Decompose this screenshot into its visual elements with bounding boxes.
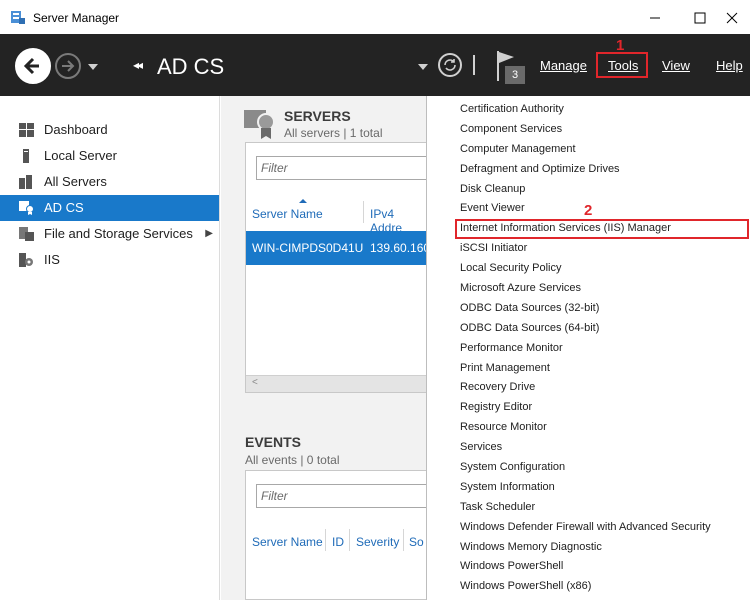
- menu-item-memory-diagnostic[interactable]: Windows Memory Diagnostic: [427, 538, 750, 558]
- column-separator: [349, 529, 350, 551]
- menu-item-powershell[interactable]: Windows PowerShell: [427, 557, 750, 577]
- history-dropdown-icon[interactable]: [88, 64, 98, 70]
- nav-bar: ◂◂ AD CS 3 Manage Tools View Help: [0, 34, 750, 96]
- main-content: SERVERS All servers | 1 total Filter Ser…: [221, 96, 431, 600]
- menu-item-odbc-32[interactable]: ODBC Data Sources (32-bit): [427, 299, 750, 319]
- dashboard-icon: [19, 123, 34, 137]
- column-id[interactable]: ID: [332, 535, 344, 549]
- column-severity[interactable]: Severity: [356, 535, 399, 549]
- sidebar-item-file-storage[interactable]: File and Storage Services ▶: [0, 221, 219, 247]
- storage-icon: [19, 227, 34, 241]
- menu-item-recovery-drive[interactable]: Recovery Drive: [427, 378, 750, 398]
- refresh-icon: [444, 59, 456, 71]
- sidebar-item-label: IIS: [44, 252, 60, 267]
- sidebar-item-all-servers[interactable]: All Servers: [0, 169, 219, 195]
- notification-count-badge: 3: [505, 66, 525, 84]
- sidebar-item-label: AD CS: [44, 200, 84, 215]
- sidebar-item-local-server[interactable]: Local Server: [0, 143, 219, 169]
- minimize-icon[interactable]: [645, 8, 665, 28]
- close-icon[interactable]: [722, 8, 742, 28]
- sidebar-item-label: File and Storage Services: [44, 226, 193, 241]
- page-title: AD CS: [157, 54, 225, 79]
- servers-section-icon: [244, 110, 275, 139]
- nav-separator: [473, 55, 475, 75]
- menu-item-iis-manager[interactable]: Internet Information Services (IIS) Mana…: [455, 219, 749, 240]
- menu-item-print-management[interactable]: Print Management: [427, 359, 750, 379]
- scroll-left-icon[interactable]: <: [252, 377, 258, 388]
- menu-item-component-services[interactable]: Component Services: [427, 120, 750, 140]
- chevron-down-icon[interactable]: [418, 64, 428, 70]
- menu-item-computer-management[interactable]: Computer Management: [427, 140, 750, 160]
- tools-menu[interactable]: Tools: [608, 58, 638, 73]
- menu-item-azure-services[interactable]: Microsoft Azure Services: [427, 279, 750, 299]
- chevron-right-icon[interactable]: ▶: [205, 221, 213, 247]
- menu-item-iscsi-initiator[interactable]: iSCSI Initiator: [427, 239, 750, 259]
- title-bar: Server Manager: [0, 0, 750, 34]
- sidebar-item-iis[interactable]: IIS: [0, 247, 219, 273]
- events-heading: EVENTS: [245, 434, 302, 450]
- table-row[interactable]: WIN-CIMPDS0D41U 139.60.160: [246, 231, 431, 265]
- menu-item-system-information[interactable]: System Information: [427, 478, 750, 498]
- menu-item-disk-cleanup[interactable]: Disk Cleanup: [427, 180, 750, 200]
- iis-icon: [19, 253, 33, 267]
- maximize-icon[interactable]: [690, 8, 710, 28]
- events-subtitle: All events | 0 total: [245, 453, 340, 467]
- step-1-label: 1: [616, 37, 625, 54]
- menu-item-system-configuration[interactable]: System Configuration: [427, 458, 750, 478]
- tools-dropdown-menu: Certification Authority Component Servic…: [426, 96, 750, 600]
- menu-item-local-security-policy[interactable]: Local Security Policy: [427, 259, 750, 279]
- back-button[interactable]: [15, 48, 51, 84]
- manage-menu[interactable]: Manage: [540, 58, 587, 73]
- sidebar-item-label: Local Server: [44, 148, 117, 163]
- arrow-right-icon: [62, 60, 75, 72]
- arrow-left-icon: [23, 57, 39, 75]
- column-separator: [403, 529, 404, 551]
- sidebar-item-label: All Servers: [44, 174, 107, 189]
- servers-filter-input[interactable]: Filter: [256, 156, 427, 180]
- sidebar: Dashboard Local Server All Servers AD CS…: [0, 96, 220, 600]
- events-panel: Filter Server Name ID Severity So: [245, 470, 427, 600]
- servers-subtitle: All servers | 1 total: [284, 126, 383, 140]
- menu-item-resource-monitor[interactable]: Resource Monitor: [427, 418, 750, 438]
- menu-item-performance-monitor[interactable]: Performance Monitor: [427, 339, 750, 359]
- servers-heading: SERVERS: [284, 108, 351, 124]
- menu-item-defragment[interactable]: Defragment and Optimize Drives: [427, 160, 750, 180]
- column-source[interactable]: So: [409, 535, 424, 549]
- refresh-button[interactable]: [438, 53, 462, 77]
- menu-item-powershell-x86[interactable]: Windows PowerShell (x86): [427, 577, 750, 597]
- menu-item-certification-authority[interactable]: Certification Authority: [427, 100, 750, 120]
- certificate-icon: [19, 201, 34, 215]
- servers-panel: Filter Server Name IPv4 Addre WIN-CIMPDS…: [245, 142, 431, 393]
- menu-item-services[interactable]: Services: [427, 438, 750, 458]
- sidebar-item-label: Dashboard: [44, 122, 108, 137]
- horizontal-scrollbar[interactable]: <: [246, 375, 427, 392]
- sort-ascending-icon: [299, 199, 307, 203]
- server-icon: [23, 149, 29, 163]
- help-menu[interactable]: Help: [716, 58, 743, 73]
- menu-item-registry-editor[interactable]: Registry Editor: [427, 398, 750, 418]
- column-server-name[interactable]: Server Name: [252, 207, 323, 221]
- sidebar-item-ad-cs[interactable]: AD CS: [0, 195, 219, 221]
- menu-item-odbc-64[interactable]: ODBC Data Sources (64-bit): [427, 319, 750, 339]
- window-title: Server Manager: [33, 11, 120, 25]
- server-name-cell: WIN-CIMPDS0D41U: [252, 241, 364, 255]
- forward-button[interactable]: [55, 53, 81, 79]
- menu-item-defender-firewall[interactable]: Windows Defender Firewall with Advanced …: [427, 518, 750, 538]
- servers-icon: [19, 175, 32, 189]
- breadcrumb-arrows: ◂◂: [133, 58, 143, 72]
- column-separator: [325, 529, 326, 551]
- step-2-label: 2: [584, 202, 593, 219]
- column-separator: [363, 201, 364, 223]
- menu-item-task-scheduler[interactable]: Task Scheduler: [427, 498, 750, 518]
- events-filter-input[interactable]: Filter: [256, 484, 427, 508]
- server-manager-icon: [11, 11, 25, 24]
- sidebar-item-dashboard[interactable]: Dashboard: [0, 117, 219, 143]
- view-menu[interactable]: View: [662, 58, 690, 73]
- server-ip-cell: 139.60.160: [370, 241, 431, 255]
- column-server-name[interactable]: Server Name: [252, 535, 323, 549]
